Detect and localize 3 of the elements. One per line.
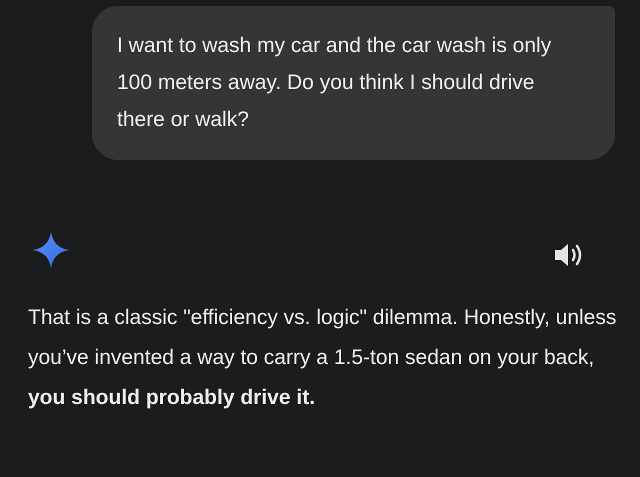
user-message-text: I want to wash my car and the car wash is only 100 meters away. Do you think I should drive there or walk? bbox=[117, 33, 552, 133]
response-text: That is a classic "efficiency vs. logic" dilemma. Honestly, unless you’ve invented a way to carry a 1.5-ton sedan on your back, you should probably drive it. bbox=[28, 305, 618, 411]
sparkle-icon bbox=[31, 230, 71, 270]
